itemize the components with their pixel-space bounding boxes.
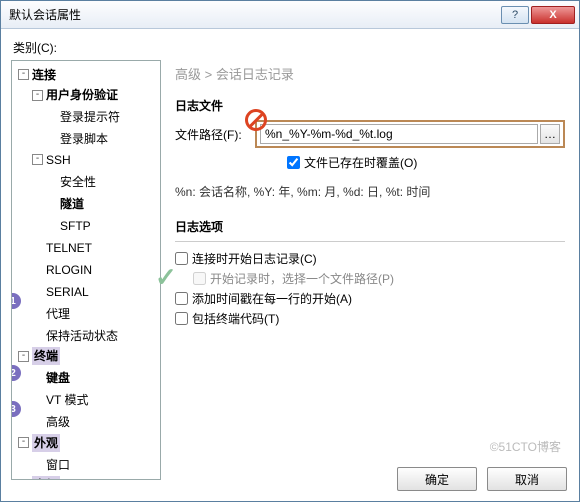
close-button[interactable]: X [531, 6, 575, 24]
tree-node-advanced[interactable]: -高级 [16, 476, 62, 480]
category-label: 类别(C): [13, 39, 569, 56]
section-logfile: 日志文件 [175, 97, 565, 114]
path-highlight: … [255, 120, 565, 148]
dialog-window: 默认会话属性 ? X 类别(C): 1 2 3 -连接 -用户身份验证 登录提示… [0, 0, 580, 502]
help-button[interactable]: ? [501, 6, 529, 24]
dialog-body: 类别(C): 1 2 3 -连接 -用户身份验证 登录提示符 登录脚本 [1, 29, 579, 501]
cancel-button[interactable]: 取消 [487, 467, 567, 491]
tree-node-auth[interactable]: -用户身份验证 [30, 86, 120, 104]
tree-node-security[interactable]: 安全性 [44, 173, 98, 191]
check-icon: ✓ [155, 262, 177, 293]
tree-node-appearance[interactable]: -外观 [16, 434, 62, 452]
format-legend: %n: 会话名称, %Y: 年, %m: 月, %d: 日, %t: 时间 [175, 183, 565, 200]
tree-node-keepalive[interactable]: 保持活动状态 [30, 327, 120, 345]
ok-button[interactable]: 确定 [397, 467, 477, 491]
titlebar: 默认会话属性 ? X [1, 1, 579, 29]
tree-node-connection[interactable]: -连接 [16, 66, 58, 84]
watermark: ©51CTO博客 [490, 438, 561, 455]
path-label: 文件路径(F): [175, 126, 255, 143]
section-options: 日志选项 [175, 218, 565, 235]
category-tree[interactable]: 1 2 3 -连接 -用户身份验证 登录提示符 登录脚本 -SSH [11, 60, 161, 480]
prohibit-icon [245, 109, 267, 131]
tree-node-keyboard[interactable]: 键盘 [30, 369, 72, 387]
tree-node-proxy[interactable]: 代理 [30, 305, 72, 323]
tree-node-tunnel[interactable]: 隧道 [44, 195, 86, 213]
tree-node-ssh[interactable]: -SSH [30, 151, 73, 169]
breadcrumb: 高级 > 会话日志记录 [175, 64, 565, 83]
tree-node-login-prompt[interactable]: 登录提示符 [44, 108, 122, 126]
tree-node-sftp[interactable]: SFTP [44, 217, 93, 235]
tree-node-window[interactable]: 窗口 [30, 456, 72, 474]
window-title: 默认会话属性 [9, 6, 499, 23]
tree-node-rlogin[interactable]: RLOGIN [30, 261, 94, 279]
divider [175, 241, 565, 242]
tree-node-terminal[interactable]: -终端 [16, 347, 62, 365]
settings-panel: 高级 > 会话日志记录 日志文件 文件路径(F): … 文件已存在时覆盖(O) … [161, 60, 569, 480]
button-row: 确定 取消 [397, 467, 567, 491]
tree-node-serial[interactable]: SERIAL [30, 283, 91, 301]
opt-start-on-connect[interactable] [175, 252, 188, 265]
browse-button[interactable]: … [540, 124, 560, 144]
opt-term-code[interactable] [175, 312, 188, 325]
opt-timestamp[interactable] [175, 292, 188, 305]
overwrite-label: 文件已存在时覆盖(O) [304, 154, 417, 171]
tree-node-vtmode[interactable]: VT 模式 [30, 391, 90, 409]
tree-node-telnet[interactable]: TELNET [30, 239, 94, 257]
tree-node-term-adv[interactable]: 高级 [30, 413, 72, 431]
opt-ask-path [193, 272, 206, 285]
tree-node-login-script[interactable]: 登录脚本 [44, 130, 110, 148]
overwrite-checkbox[interactable] [287, 156, 300, 169]
file-path-input[interactable] [260, 124, 538, 144]
